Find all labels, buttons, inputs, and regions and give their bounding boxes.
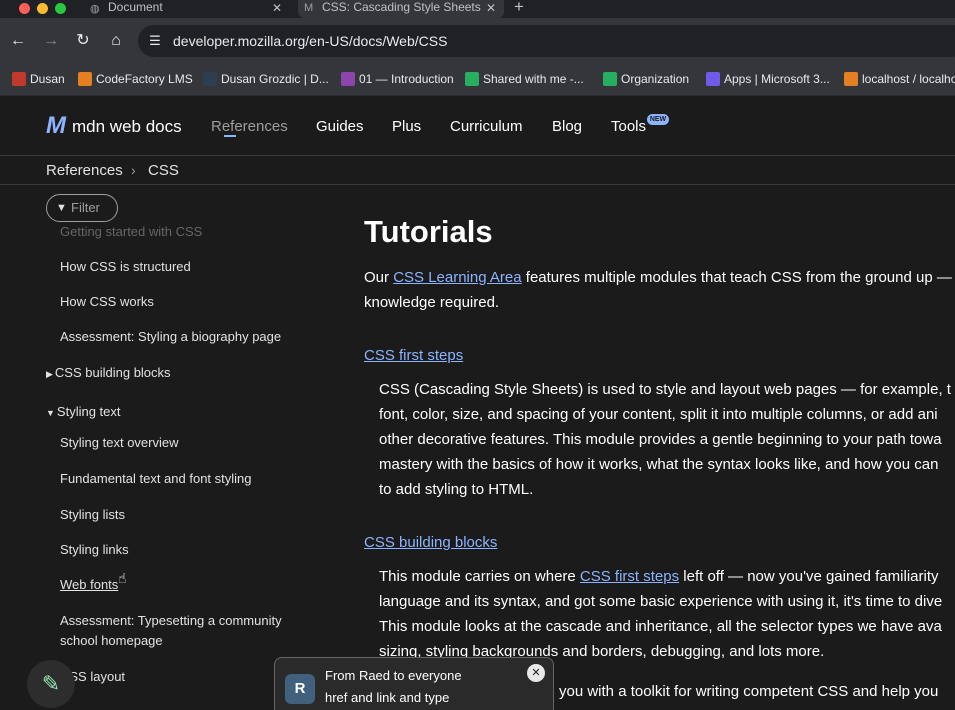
chevron-right-icon: › bbox=[131, 162, 136, 178]
sidebar-group-css-building-blocks[interactable]: ▶ CSS building blocks bbox=[46, 365, 171, 380]
close-icon[interactable]: ✕ bbox=[527, 664, 545, 682]
sidebar-item-how-css-works[interactable]: How CSS works bbox=[60, 294, 154, 309]
mdn-header: M mdn web docs References Guides Plus Cu… bbox=[0, 96, 955, 156]
tab-title: Document bbox=[108, 0, 163, 14]
sidebar: ▼ Filter Getting started with CSS How CS… bbox=[0, 186, 340, 710]
bookmark-item[interactable]: Dusan bbox=[12, 72, 65, 86]
breadcrumb-references[interactable]: References bbox=[46, 162, 123, 179]
mdn-logo-mark-icon: M bbox=[46, 112, 66, 139]
site-settings-icon[interactable]: ☰ bbox=[147, 33, 163, 49]
sidebar-item-assessment-biography[interactable]: Assessment: Styling a biography page bbox=[60, 329, 281, 344]
browser-tab-css[interactable]: M CSS: Cascading Style Sheets ✕ bbox=[298, 0, 504, 18]
drive-icon bbox=[465, 72, 479, 86]
bookmarks-bar: Dusan CodeFactory LMS Dusan Grozdic | D.… bbox=[0, 64, 955, 96]
url-text[interactable]: developer.mozilla.org/en-US/docs/Web/CSS bbox=[173, 33, 447, 49]
sidebar-item-styling-links[interactable]: Styling links bbox=[60, 542, 129, 557]
forward-arrow-icon[interactable]: → bbox=[41, 31, 61, 51]
bookmark-item[interactable]: Organization bbox=[603, 72, 689, 86]
first-steps-text: mastery with the basics of how it works,… bbox=[379, 456, 939, 473]
caret-down-icon: ▼ bbox=[46, 408, 55, 418]
building-blocks-text: language and its syntax, and got some ba… bbox=[379, 593, 943, 610]
window-minimize-button[interactable] bbox=[37, 3, 48, 14]
sidebar-item-how-css-structured[interactable]: How CSS is structured bbox=[60, 259, 191, 274]
bookmark-favicon-icon bbox=[706, 72, 720, 86]
nav-blog[interactable]: Blog bbox=[552, 118, 582, 135]
back-arrow-icon[interactable]: ← bbox=[8, 31, 28, 51]
css-building-blocks-link[interactable]: CSS building blocks bbox=[364, 534, 497, 551]
nav-references[interactable]: References bbox=[211, 118, 288, 135]
chat-message: href and link and type bbox=[325, 690, 450, 705]
browser-tab-document[interactable]: ◍ Document ✕ bbox=[84, 0, 290, 18]
sidebar-item-fundamental-text[interactable]: Fundamental text and font styling bbox=[60, 471, 252, 486]
pencil-icon[interactable]: ✎ bbox=[27, 660, 75, 708]
tab-title: CSS: Cascading Style Sheets bbox=[322, 0, 481, 14]
sidebar-item-styling-lists[interactable]: Styling lists bbox=[60, 507, 125, 522]
tab-close-icon[interactable]: ✕ bbox=[272, 1, 282, 15]
new-badge: NEW bbox=[647, 114, 669, 125]
hand-cursor-icon: ☝ bbox=[118, 570, 127, 586]
nav-guides[interactable]: Guides bbox=[316, 118, 364, 135]
browser-toolbar: ← → ↻ ⌂ ☰ developer.mozilla.org/en-US/do… bbox=[0, 18, 955, 64]
css-first-steps-link[interactable]: CSS first steps bbox=[364, 347, 463, 364]
home-icon[interactable]: ⌂ bbox=[106, 31, 126, 51]
window-close-button[interactable] bbox=[19, 3, 30, 14]
intro-paragraph-line2: knowledge required. bbox=[364, 294, 500, 311]
browser-tab-bar: ◍ Document ✕ M CSS: Cascading Style Shee… bbox=[0, 0, 955, 18]
partial-text-line: you with a toolkit for writing competent… bbox=[559, 683, 939, 700]
bookmark-favicon-icon bbox=[341, 72, 355, 86]
new-tab-button[interactable]: + bbox=[514, 0, 524, 17]
drive-icon bbox=[603, 72, 617, 86]
bookmark-item[interactable]: Apps | Microsoft 3... bbox=[706, 72, 830, 86]
globe-icon: ◍ bbox=[90, 3, 100, 15]
bookmark-item[interactable]: CodeFactory LMS bbox=[78, 72, 193, 86]
first-steps-text: font, color, size, and spacing of your c… bbox=[379, 406, 938, 423]
bookmark-item[interactable]: Dusan Grozdic | D... bbox=[203, 72, 329, 86]
window-maximize-button[interactable] bbox=[55, 3, 66, 14]
first-steps-text: to add styling to HTML. bbox=[379, 481, 534, 498]
nav-curriculum[interactable]: Curriculum bbox=[450, 118, 523, 135]
css-first-steps-inline-link[interactable]: CSS first steps bbox=[580, 568, 679, 585]
css-learning-area-link[interactable]: CSS Learning Area bbox=[393, 269, 521, 286]
sidebar-item-assessment-typesetting[interactable]: Assessment: Typesetting a community bbox=[60, 613, 282, 628]
filter-button[interactable]: ▼ Filter bbox=[46, 194, 118, 222]
nav-tools[interactable]: Tools bbox=[611, 118, 646, 135]
bookmark-item[interactable]: Shared with me -... bbox=[465, 72, 584, 86]
breadcrumb-css[interactable]: CSS bbox=[148, 162, 179, 179]
sidebar-item-styling-text-overview[interactable]: Styling text overview bbox=[60, 435, 179, 450]
sidebar-item-assessment-typesetting-line2[interactable]: school homepage bbox=[60, 633, 163, 648]
filter-icon: ▼ bbox=[56, 202, 67, 214]
intro-paragraph-line1: Our CSS Learning Area features multiple … bbox=[364, 269, 952, 286]
first-steps-text: other decorative features. This module p… bbox=[379, 431, 942, 448]
first-steps-text: CSS (Cascading Style Sheets) is used to … bbox=[379, 381, 951, 398]
sidebar-group-styling-text[interactable]: ▼ Styling text bbox=[46, 404, 121, 419]
bookmark-favicon-icon bbox=[78, 72, 92, 86]
bookmark-favicon-icon bbox=[203, 72, 217, 86]
nav-plus[interactable]: Plus bbox=[392, 118, 421, 135]
avatar: R bbox=[285, 674, 315, 704]
bookmark-item[interactable]: 01 — Introduction bbox=[341, 72, 454, 86]
building-blocks-text: This module carries on where CSS first s… bbox=[379, 568, 939, 585]
tab-close-icon[interactable]: ✕ bbox=[486, 1, 496, 15]
sidebar-item-web-fonts[interactable]: Web fonts bbox=[60, 577, 118, 592]
sidebar-item-getting-started[interactable]: Getting started with CSS bbox=[60, 224, 202, 239]
reload-icon[interactable]: ↻ bbox=[73, 31, 93, 51]
building-blocks-text: This module looks at the cascade and inh… bbox=[379, 618, 942, 635]
address-bar[interactable]: ☰ developer.mozilla.org/en-US/docs/Web/C… bbox=[138, 25, 955, 57]
breadcrumb: References › CSS bbox=[0, 156, 955, 185]
caret-right-icon: ▶ bbox=[46, 369, 53, 379]
bookmark-item[interactable]: localhost / localho bbox=[844, 72, 955, 86]
page-title: Tutorials bbox=[364, 214, 493, 249]
bookmark-favicon-icon bbox=[12, 72, 26, 86]
chat-notification[interactable]: R From Raed to everyone href and link an… bbox=[274, 657, 554, 710]
main-content: Tutorials Our CSS Learning Area features… bbox=[364, 186, 955, 710]
chat-sender: From Raed to everyone bbox=[325, 668, 462, 683]
bookmark-favicon-icon bbox=[844, 72, 858, 86]
mdn-favicon-icon: M bbox=[304, 2, 314, 14]
